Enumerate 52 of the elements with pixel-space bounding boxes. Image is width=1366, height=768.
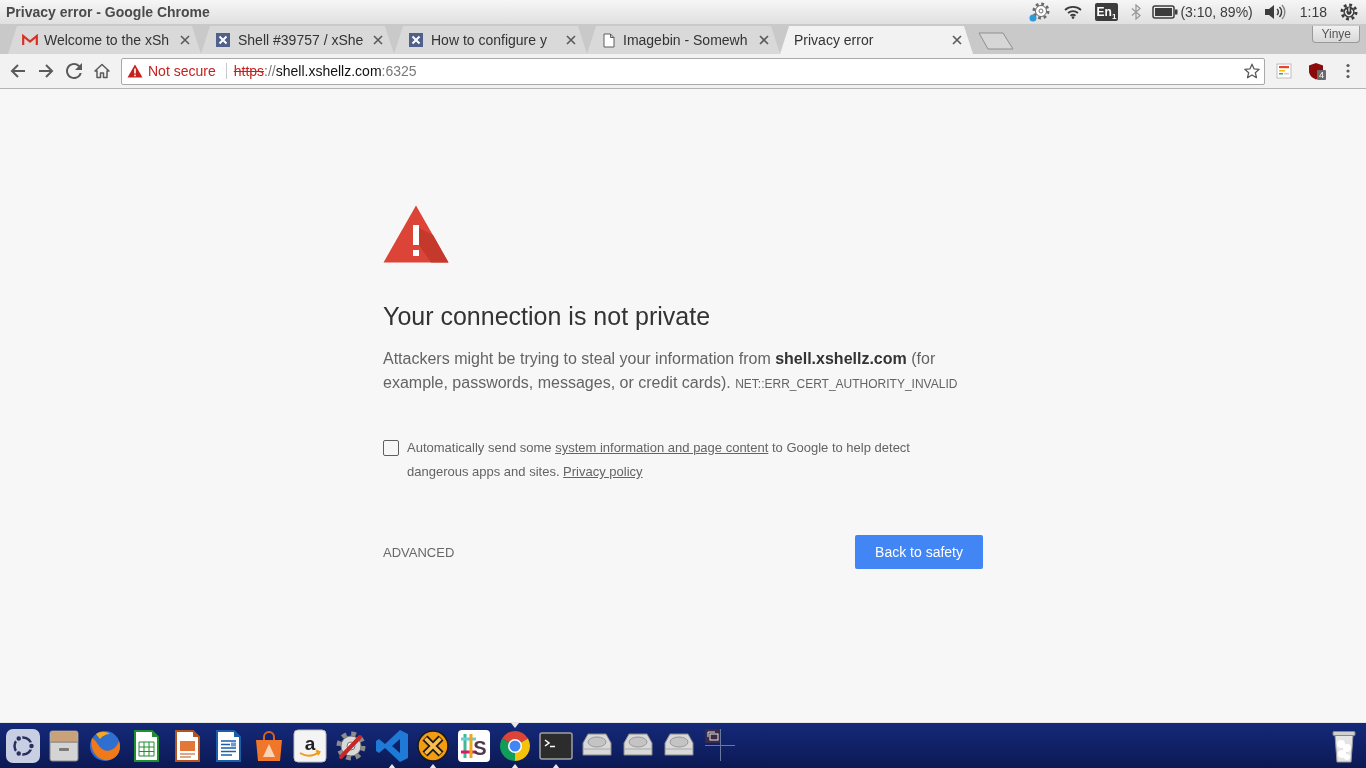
back-icon[interactable] <box>10 63 26 79</box>
privacy-policy-link[interactable]: Privacy policy <box>563 464 643 479</box>
close-icon[interactable] <box>759 35 769 45</box>
power-gear-icon[interactable] <box>1340 3 1358 21</box>
home-icon[interactable] <box>94 63 110 79</box>
consent-checkbox[interactable] <box>383 440 399 456</box>
warning-icon <box>383 205 449 263</box>
tab[interactable]: Privacy error <box>780 26 973 54</box>
tab[interactable]: Welcome to the xSh <box>8 26 201 54</box>
close-icon[interactable] <box>373 35 383 45</box>
speaker-icon[interactable] <box>1263 4 1286 20</box>
reload-icon[interactable] <box>66 63 82 79</box>
warning-paragraph: Attackers might be trying to steal your information from shell.xshellz.com (for example, passwords, messages, or credit cards). NET::ERR_CERT_AUTHORITY_INVALID <box>383 349 959 393</box>
keyboard-layout-indicator[interactable]: En$_{1}$ <box>1094 3 1119 21</box>
window-title: Privacy error - Google Chrome <box>6 4 210 20</box>
x-ball-icon[interactable] <box>415 727 451 764</box>
security-label[interactable]: Not secure <box>148 63 216 79</box>
tab[interactable]: How to configure y <box>394 26 587 54</box>
count-badge: 4 <box>1317 70 1326 80</box>
clock-text[interactable]: 1:18 <box>1299 4 1327 20</box>
letter-smile-icon[interactable]: a <box>292 727 328 764</box>
hash-letter-icon[interactable]: S <box>456 727 492 764</box>
close-icon[interactable] <box>566 35 576 45</box>
profile-button[interactable]: Yinye <box>1312 26 1360 43</box>
close-icon[interactable] <box>952 35 962 45</box>
consent-text: Automatically send some system information and page content to Google to help detect dangerous apps and sites. Privacy policy <box>407 439 911 481</box>
address-field[interactable]: Not secure https://shell.xshellz.com:6325 <box>121 57 1265 85</box>
window-crosshair-icon <box>705 729 735 761</box>
page-lines-icon[interactable] <box>1276 63 1292 79</box>
circle-logo-icon[interactable] <box>5 727 41 764</box>
heading: Your connection is not private <box>383 301 712 331</box>
forward-icon[interactable] <box>38 63 54 79</box>
trash-icon[interactable] <box>1332 728 1356 763</box>
page-icon <box>603 32 615 48</box>
ribbon-icon[interactable] <box>374 727 410 764</box>
system-information-link[interactable]: system information and page content <box>555 440 769 455</box>
close-icon[interactable] <box>180 35 190 45</box>
x-tile-icon <box>409 33 423 47</box>
battery-icon[interactable] <box>1152 5 1179 19</box>
tab[interactable]: Shell #39757 / xShe <box>201 26 394 54</box>
back-to-safety-button[interactable]: Back to safety <box>855 535 983 569</box>
warning-icon <box>127 64 143 78</box>
tab[interactable]: Imagebin - Somewh <box>587 26 780 54</box>
battery-status-text[interactable]: (3:10, 89%) <box>1180 4 1253 20</box>
star-icon[interactable] <box>1244 63 1260 79</box>
gear-badge-icon[interactable] <box>1028 2 1051 22</box>
url-text: https://shell.xshellz.com:6325 <box>233 63 418 79</box>
x-tile-icon <box>216 33 230 47</box>
mail-icon <box>22 34 38 46</box>
advanced-button[interactable]: ADVANCED <box>383 544 455 560</box>
wifi-icon[interactable] <box>1063 5 1082 19</box>
drawer-icon[interactable] <box>46 727 82 764</box>
